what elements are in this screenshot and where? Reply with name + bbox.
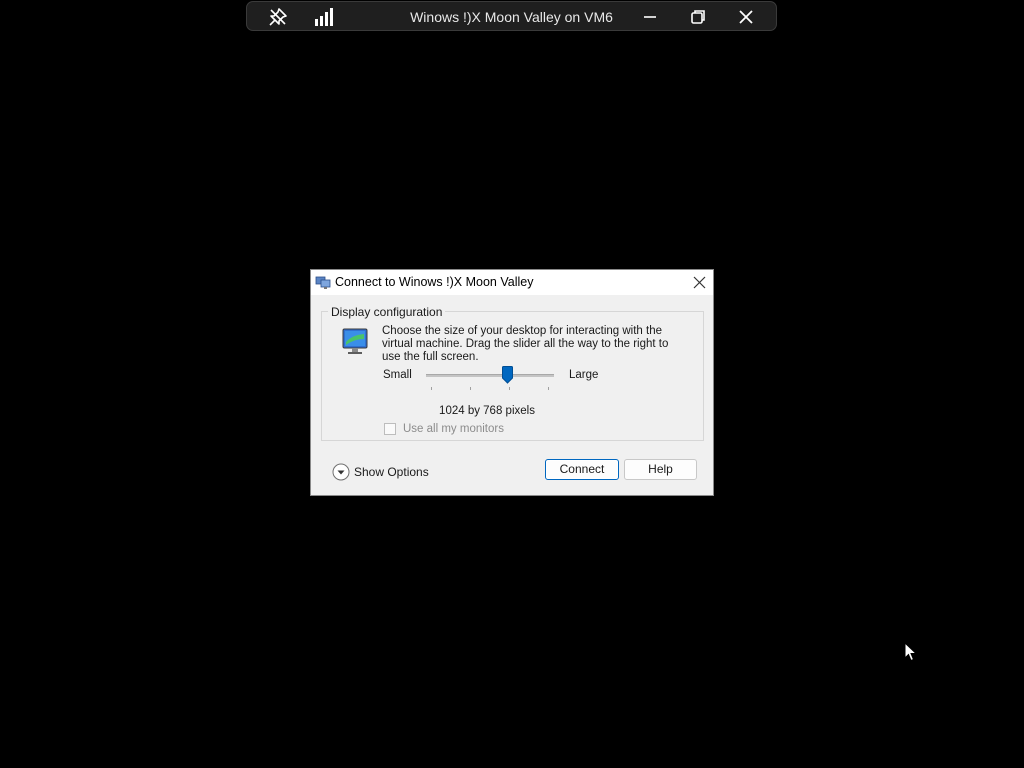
restore-icon[interactable] — [688, 7, 708, 27]
monitor-icon — [342, 328, 368, 354]
slider-max-label: Large — [569, 369, 599, 381]
slider-tick — [470, 387, 471, 390]
dialog-close-icon[interactable] — [692, 275, 707, 290]
use-all-monitors-label: Use all my monitors — [403, 423, 504, 435]
resolution-slider[interactable] — [426, 366, 554, 396]
connection-bar-title: Winows !)X Moon Valley on VM6 — [410, 9, 613, 25]
pin-icon[interactable] — [268, 7, 288, 27]
display-configuration-group: Display configuration Choose the size of… — [321, 305, 704, 441]
dialog-titlebar[interactable]: Connect to Winows !)X Moon Valley — [311, 270, 713, 295]
show-options-label: Show Options — [354, 465, 429, 479]
chevron-down-icon[interactable] — [332, 463, 350, 481]
slider-tick — [431, 387, 432, 390]
help-button[interactable]: Help — [624, 459, 697, 480]
close-icon[interactable] — [736, 7, 756, 27]
mouse-cursor-icon — [904, 642, 918, 662]
connect-dialog: Connect to Winows !)X Moon Valley Displa… — [310, 269, 714, 496]
slider-thumb[interactable] — [502, 366, 513, 384]
group-label: Display configuration — [328, 305, 446, 319]
resolution-text: 1024 by 768 pixels — [439, 405, 535, 417]
description-text: Choose the size of your desktop for inte… — [382, 325, 669, 363]
slider-tick — [509, 387, 510, 390]
use-all-monitors-checkbox[interactable] — [384, 423, 396, 435]
remote-desktop-icon — [315, 276, 331, 289]
slider-track — [426, 374, 554, 377]
connection-bar: Winows !)X Moon Valley on VM6 — [246, 1, 777, 31]
slider-tick — [548, 387, 549, 390]
minimize-icon[interactable] — [640, 7, 660, 27]
connect-button[interactable]: Connect — [545, 459, 619, 480]
dialog-title: Connect to Winows !)X Moon Valley — [335, 275, 534, 289]
signal-strength-icon[interactable] — [315, 7, 335, 27]
slider-min-label: Small — [383, 369, 412, 381]
